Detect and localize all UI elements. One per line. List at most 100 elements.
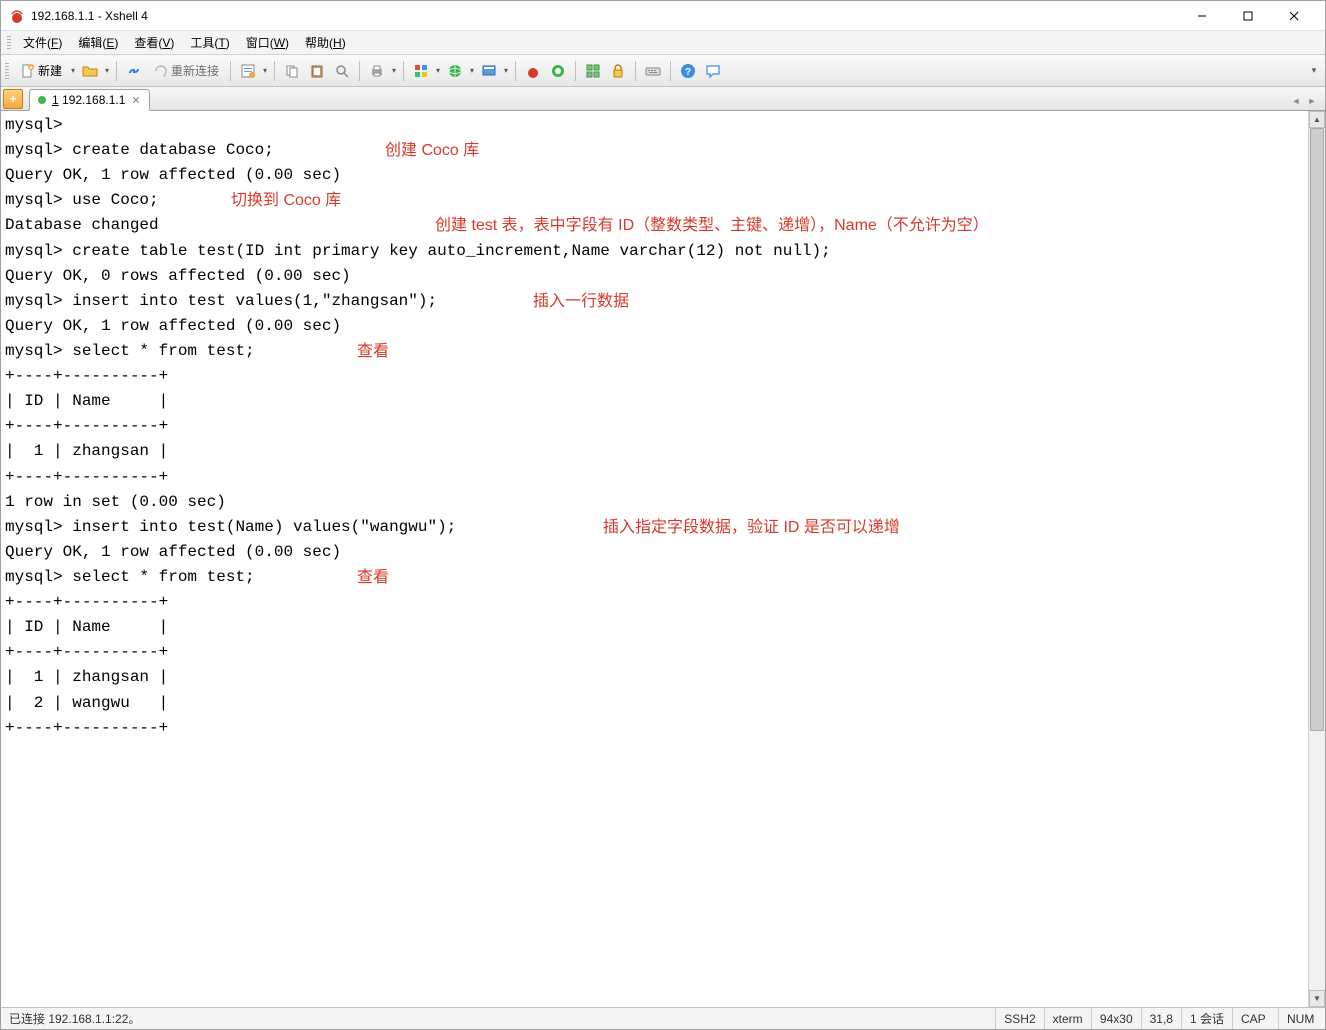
find-icon — [334, 63, 350, 79]
lock-button[interactable] — [606, 59, 630, 83]
xftp-button[interactable] — [521, 59, 545, 83]
feedback-button[interactable] — [701, 59, 725, 83]
globe-icon — [447, 63, 463, 79]
feedback-icon — [705, 63, 721, 79]
menu-文件[interactable]: 文件(F) — [15, 32, 70, 53]
new-button[interactable]: ★ 新建 — [14, 59, 68, 83]
terminal-line: | 2 | wangwu | — [5, 691, 1304, 716]
annotation: 切换到 Coco 库 — [231, 188, 341, 213]
terminal-line: mysql> insert into test values(1,"zhangs… — [5, 289, 1304, 314]
find-button[interactable] — [330, 59, 354, 83]
xftp-icon — [525, 63, 541, 79]
open-dropdown[interactable]: ▾ — [103, 59, 111, 83]
menu-窗口[interactable]: 窗口(W) — [238, 32, 297, 53]
properties-button[interactable] — [236, 59, 260, 83]
app-icon — [9, 8, 25, 24]
menu-工具[interactable]: 工具(T) — [182, 32, 237, 53]
annotation: 创建 Coco 库 — [385, 138, 479, 163]
terminal-line: mysql> create table test(ID int primary … — [5, 239, 1304, 264]
tabs-scroll-right[interactable]: ► — [1305, 94, 1319, 108]
terminal-line: Database changed创建 test 表，表中字段有 ID（整数类型、… — [5, 213, 1304, 238]
menu-帮助[interactable]: 帮助(H) — [297, 32, 354, 53]
terminal-line: Query OK, 0 rows affected (0.00 sec) — [5, 264, 1304, 289]
help-icon: ? — [680, 63, 696, 79]
close-button[interactable] — [1271, 1, 1317, 31]
session-tab[interactable]: 1 192.168.1.1 ✕ — [29, 89, 150, 111]
font-color-button[interactable] — [409, 59, 433, 83]
title-bar: 192.168.1.1 - Xshell 4 — [1, 1, 1325, 31]
terminal-line: +----+----------+ — [5, 465, 1304, 490]
window-title: 192.168.1.1 - Xshell 4 — [31, 9, 1179, 23]
terminal-line: Query OK, 1 row affected (0.00 sec) — [5, 540, 1304, 565]
terminal-line: 1 row in set (0.00 sec) — [5, 490, 1304, 515]
keyboard-button[interactable] — [641, 59, 665, 83]
status-size: 94x30 — [1092, 1008, 1142, 1029]
terminal-line: mysql> select * from test;查看 — [5, 339, 1304, 364]
tab-label: 1 192.168.1.1 — [52, 93, 125, 107]
scrollbar-thumb[interactable] — [1310, 128, 1324, 731]
keyboard-icon — [645, 63, 661, 79]
annotation: 查看 — [357, 339, 389, 364]
scroll-down-button[interactable]: ▼ — [1309, 990, 1325, 1007]
terminal-line: | ID | Name | — [5, 615, 1304, 640]
scroll-up-button[interactable]: ▲ — [1309, 111, 1325, 128]
terminal-line: +----+----------+ — [5, 716, 1304, 741]
font-color-icon — [413, 63, 429, 79]
minimize-button[interactable] — [1179, 1, 1225, 31]
svg-text:?: ? — [685, 67, 691, 78]
new-button-label: 新建 — [38, 62, 62, 79]
terminal-line: mysql> create database Coco;创建 Coco 库 — [5, 138, 1304, 163]
xlpd-button[interactable] — [546, 59, 570, 83]
help-button[interactable]: ? — [676, 59, 700, 83]
scrollbar-track[interactable] — [1309, 128, 1325, 990]
annotation: 插入指定字段数据，验证 ID 是否可以递增 — [603, 515, 900, 540]
terminal[interactable]: mysql>mysql> create database Coco;创建 Coc… — [1, 111, 1308, 1007]
terminal-line: +----+----------+ — [5, 364, 1304, 389]
link-icon — [126, 63, 142, 79]
tile-icon — [585, 63, 601, 79]
print-icon — [369, 63, 385, 79]
terminal-line: mysql> select * from test;查看 — [5, 565, 1304, 590]
font-color-dropdown[interactable]: ▾ — [434, 59, 442, 83]
open-button[interactable] — [78, 59, 102, 83]
terminal-line: | 1 | zhangsan | — [5, 665, 1304, 690]
print-dropdown[interactable]: ▾ — [390, 59, 398, 83]
terminal-line: Query OK, 1 row affected (0.00 sec) — [5, 314, 1304, 339]
terminal-line: +----+----------+ — [5, 640, 1304, 665]
terminal-line: | 1 | zhangsan | — [5, 439, 1304, 464]
lock-icon — [610, 63, 626, 79]
menu-查看[interactable]: 查看(V) — [126, 32, 182, 53]
reconnect-icon — [153, 63, 169, 79]
menu-编辑[interactable]: 编辑(E) — [70, 32, 126, 53]
bg-color-button[interactable] — [443, 59, 467, 83]
tabs-scroll-left[interactable]: ◄ — [1289, 94, 1303, 108]
status-cursor: 31,8 — [1142, 1008, 1182, 1029]
new-dropdown[interactable]: ▾ — [69, 59, 77, 83]
theme-dropdown[interactable]: ▾ — [502, 59, 510, 83]
tile-button[interactable] — [581, 59, 605, 83]
annotation: 查看 — [357, 565, 389, 590]
toolbar-overflow[interactable]: ▾ — [1307, 59, 1321, 83]
theme-button[interactable] — [477, 59, 501, 83]
vertical-scrollbar[interactable]: ▲ ▼ — [1308, 111, 1325, 1007]
copy-icon — [284, 63, 300, 79]
properties-icon — [240, 63, 256, 79]
copy-button[interactable] — [280, 59, 304, 83]
maximize-button[interactable] — [1225, 1, 1271, 31]
status-dot-icon — [38, 96, 46, 104]
svg-text:★: ★ — [29, 65, 34, 71]
status-bar: 已连接 192.168.1.1:22。 SSH2 xterm 94x30 31,… — [1, 1007, 1325, 1029]
paste-button[interactable] — [305, 59, 329, 83]
status-term: xterm — [1045, 1008, 1092, 1029]
add-tab-button[interactable]: + — [3, 89, 23, 109]
bg-color-dropdown[interactable]: ▾ — [468, 59, 476, 83]
paste-icon — [309, 63, 325, 79]
terminal-container: mysql>mysql> create database Coco;创建 Coc… — [1, 111, 1325, 1007]
close-tab-button[interactable]: ✕ — [131, 94, 140, 107]
link-button[interactable] — [122, 59, 146, 83]
reconnect-button[interactable]: 重新连接 — [147, 59, 225, 83]
terminal-line: Query OK, 1 row affected (0.00 sec) — [5, 163, 1304, 188]
print-button[interactable] — [365, 59, 389, 83]
status-protocol: SSH2 — [996, 1008, 1044, 1029]
properties-dropdown[interactable]: ▾ — [261, 59, 269, 83]
